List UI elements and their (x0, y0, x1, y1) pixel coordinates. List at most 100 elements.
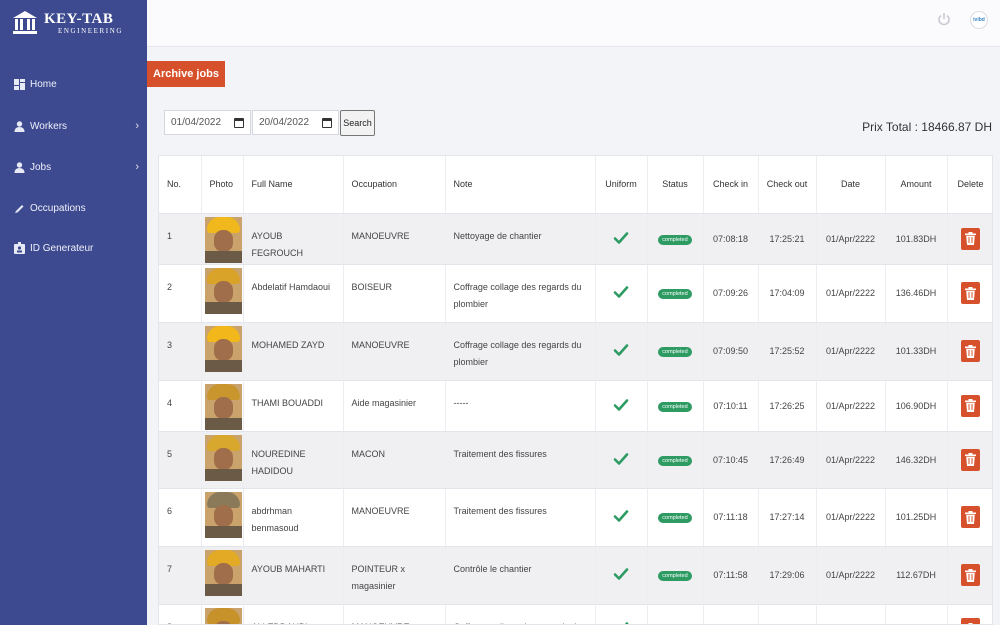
trash-icon (965, 286, 976, 300)
col-delete: Delete (947, 156, 992, 214)
delete-cell (947, 431, 992, 489)
delete-cell (947, 488, 992, 547)
status-badge: completed (658, 289, 692, 299)
pencil-icon (13, 202, 25, 214)
calendar-icon[interactable] (234, 118, 244, 128)
row-number: 7 (159, 546, 202, 605)
sidebar-item-jobs[interactable]: Jobs › (0, 156, 147, 178)
brand-subtitle: ENGINEERING (58, 26, 124, 35)
user-avatar[interactable]: ivibd (970, 11, 988, 29)
status-cell: completed (647, 604, 704, 624)
brand-logo[interactable]: KEY-TAB ENGINEERING (10, 8, 123, 38)
col-amount: Amount (885, 156, 948, 214)
sidebar-item-home[interactable]: Home (0, 73, 147, 95)
trash-icon (965, 510, 976, 524)
date: 01/Apr/2222 (816, 546, 886, 605)
table-row: 1 AYOUB FEGROUCH MANOEUVRE Nettoyage de cha… (159, 213, 992, 265)
worker-photo (204, 491, 242, 538)
full-name: AYOUB FEGROUCH (243, 213, 344, 265)
worker-photo (204, 383, 242, 430)
col-check-out: Check out (758, 156, 817, 214)
check-out: 17:25:21 (758, 213, 817, 265)
note: Nettoyage de chantier (445, 213, 596, 265)
delete-button[interactable] (961, 394, 980, 417)
power-icon[interactable] (937, 12, 951, 26)
check-in: 07:09:50 (703, 322, 759, 381)
uniform-cell (595, 431, 648, 489)
delete-button[interactable] (961, 282, 980, 304)
id-card-icon (13, 242, 25, 254)
status-cell: completed (647, 546, 704, 605)
trash-icon (965, 568, 976, 582)
note: Traitement des fissures (445, 431, 596, 489)
worker-photo (204, 216, 242, 263)
worker-photo (204, 325, 242, 372)
date-from-input[interactable]: 01/04/2022 (164, 110, 251, 135)
sidebar-item-label: Jobs (30, 161, 52, 173)
full-name: AYOUB MAHARTI (243, 546, 344, 605)
table-row: 8 ALLEDDAHBIMANOEUVRECoffrage collage des… (159, 604, 992, 624)
delete-button[interactable] (961, 618, 980, 624)
building-icon (10, 8, 40, 38)
trash-icon (965, 453, 976, 466)
check-icon (613, 452, 629, 465)
uniform-cell (595, 604, 648, 624)
table-row: 7 AYOUB MAHARTI POINTEUR x magasinier Contr… (159, 546, 992, 605)
sidebar-item-label: Home (30, 78, 57, 90)
full-name: ALLEDDAHBI (243, 604, 344, 624)
jobs-table: No. Photo Full Name Occupation Note Unif… (159, 156, 992, 624)
check-out: 17:27:14 (758, 488, 817, 547)
worker-photo-cell (201, 213, 244, 265)
trash-icon (965, 399, 976, 412)
delete-button[interactable] (961, 448, 980, 471)
col-photo: Photo (201, 156, 244, 214)
amount: 101.83DH (885, 213, 948, 265)
search-button[interactable]: Search (340, 110, 375, 136)
note: ----- (445, 380, 596, 432)
full-name: abdrhman benmasoud (243, 488, 344, 547)
worker-photo-cell (201, 546, 244, 605)
check-out: 17:26:25 (758, 380, 817, 432)
table-row: 5 NOUREDINE HADIDOU MACON Traitement des fi… (159, 431, 992, 489)
delete-button[interactable] (961, 564, 980, 586)
col-occupation: Occupation (343, 156, 446, 214)
worker-photo-cell (201, 604, 244, 624)
check-out: 17:04:09 (758, 264, 817, 323)
status-cell: completed (647, 213, 704, 265)
full-name: NOUREDINE HADIDOU (243, 431, 344, 489)
date-to-input[interactable]: 20/04/2022 (252, 110, 339, 135)
chevron-right-icon: › (135, 161, 139, 173)
sidebar-item-occupations[interactable]: Occupations (0, 197, 147, 219)
row-number: 4 (159, 380, 202, 432)
user-icon (13, 120, 25, 132)
occupation: POINTEUR x magasinier (343, 546, 446, 605)
sidebar-item-id-generateur[interactable]: ID Generateur (0, 237, 147, 259)
check-out: 17:25:52 (758, 322, 817, 381)
delete-button[interactable] (961, 227, 980, 250)
jobs-table-card: No. Photo Full Name Occupation Note Unif… (158, 155, 993, 625)
uniform-cell (595, 380, 648, 432)
delete-button[interactable] (961, 340, 980, 362)
delete-button[interactable] (961, 506, 980, 528)
calendar-icon[interactable] (322, 118, 332, 128)
worker-photo-cell (201, 431, 244, 489)
row-number: 8 (159, 604, 202, 624)
user-icon (13, 161, 25, 173)
full-name: MOHAMED ZAYD (243, 322, 344, 381)
col-date: Date (816, 156, 886, 214)
delete-cell (947, 264, 992, 323)
col-uniform: Uniform (595, 156, 648, 214)
check-icon (613, 510, 629, 522)
uniform-cell (595, 322, 648, 381)
date: 01/Apr/2222 (816, 213, 886, 265)
uniform-cell (595, 213, 648, 265)
chevron-right-icon: › (135, 120, 139, 132)
sidebar-item-workers[interactable]: Workers › (0, 115, 147, 137)
table-row: 6 abdrhman benmasoud MANOEUVRE Traitement d… (159, 488, 992, 547)
status-badge: completed (658, 455, 692, 466)
col-status: Status (647, 156, 704, 214)
check-out: 17:05:04 (758, 604, 817, 624)
worker-photo-cell (201, 488, 244, 547)
col-note: Note (445, 156, 596, 214)
status-cell: completed (647, 264, 704, 323)
